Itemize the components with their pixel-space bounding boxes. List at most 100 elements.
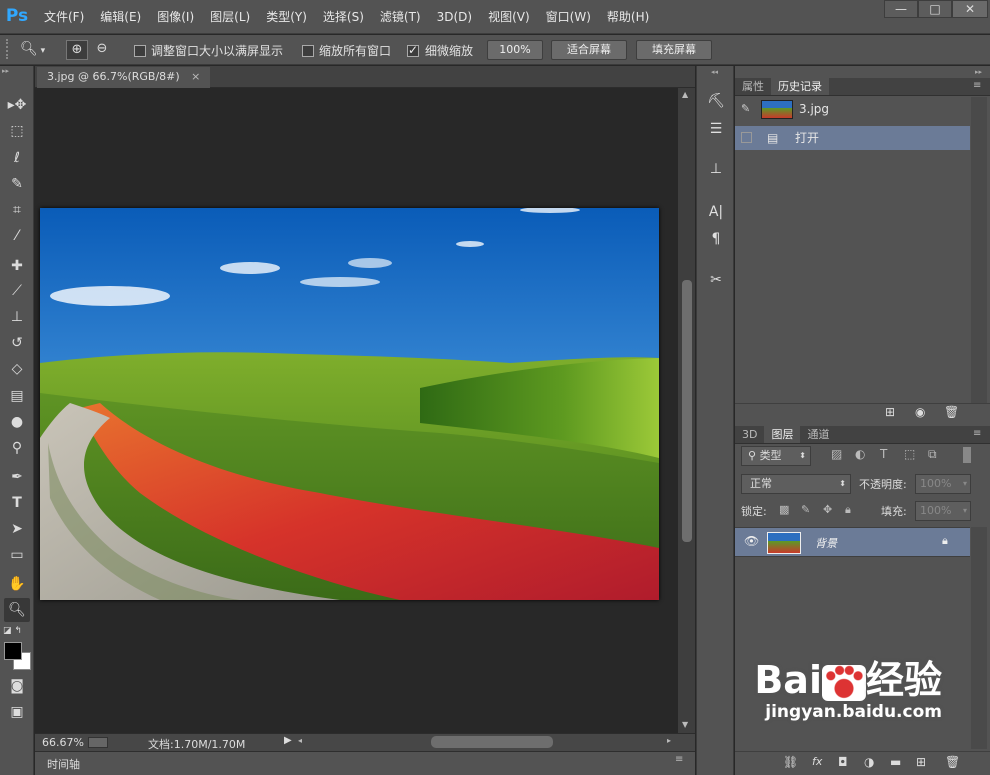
new-layer-icon[interactable]: ⊞ [916, 755, 926, 769]
type-filter-icon[interactable]: T [880, 447, 887, 461]
scroll-left-icon[interactable]: ◂ [298, 736, 302, 745]
color-swatches[interactable] [4, 642, 31, 670]
history-snapshot[interactable]: ✎ 3.jpg [735, 97, 970, 121]
timeline-tab[interactable]: 时间轴 [47, 756, 80, 772]
zoom-level[interactable]: 66.67% [42, 736, 84, 749]
screen-mode-icon[interactable]: ▣ [4, 700, 30, 724]
healing-brush-tool-icon[interactable]: ✚ [4, 254, 30, 278]
brush-tool-icon[interactable]: ⟋ [4, 279, 30, 303]
zoom-tool-preset-icon[interactable]: 🔍︎ ▾ [20, 39, 56, 59]
eye-icon[interactable]: 👁︎ [744, 534, 759, 548]
lock-transparent-icon[interactable]: ▩ [779, 503, 789, 516]
timeline-menu-icon[interactable]: ≡ [675, 754, 683, 765]
resize-windows-checkbox[interactable] [134, 43, 146, 57]
quick-select-tool-icon[interactable]: ✎ [4, 172, 30, 196]
quick-mask-icon[interactable]: ◙ [4, 674, 30, 698]
rectangle-tool-icon[interactable]: ▭ [4, 543, 30, 567]
layers-panel-menu-icon[interactable]: ≡ [973, 428, 981, 439]
panel-collapse-icon[interactable]: ▸▸ [2, 68, 32, 75]
close-button[interactable]: ✕ [952, 0, 988, 18]
menu-view[interactable]: 视图(V) [480, 8, 538, 26]
opacity-input[interactable]: 100% ▾ [915, 474, 971, 494]
hand-tool-icon[interactable]: ✋ [4, 572, 30, 596]
new-document-from-state-icon[interactable]: ⊞ [885, 405, 895, 419]
close-tab-icon[interactable]: × [191, 70, 200, 83]
layers-scrollbar[interactable] [971, 527, 987, 749]
tab-properties[interactable]: 属性 [735, 78, 771, 95]
menu-help[interactable]: 帮助(H) [599, 8, 657, 26]
menu-window[interactable]: 窗口(W) [538, 8, 599, 26]
menu-type[interactable]: 类型(Y) [258, 8, 315, 26]
fit-screen-button[interactable]: 适合屏幕 [551, 40, 627, 60]
layer-row[interactable]: 👁︎ 背景 🔒︎ [735, 527, 970, 557]
paragraph-icon[interactable]: ¶ [704, 228, 728, 250]
move-tool-icon[interactable]: ▸✥ [4, 93, 30, 117]
history-panel-menu-icon[interactable]: ≡ [973, 80, 981, 91]
delete-layer-icon[interactable]: 🗑︎ [945, 755, 960, 769]
actual-pixels-button[interactable]: 100% [487, 40, 543, 60]
fill-screen-button[interactable]: 填充屏幕 [636, 40, 712, 60]
tab-channels[interactable]: 通道 [800, 426, 836, 443]
filter-toggle-switch[interactable] [963, 447, 971, 463]
minimize-button[interactable]: — [884, 0, 918, 18]
menu-file[interactable]: 文件(F) [36, 8, 92, 26]
menu-select[interactable]: 选择(S) [315, 8, 372, 26]
shape-filter-icon[interactable]: ⬚ [904, 447, 915, 461]
scroll-right-icon[interactable]: ▸ [667, 736, 671, 745]
history-step[interactable]: ▤ 打开 [735, 126, 970, 150]
layer-style-icon[interactable]: fx [812, 755, 822, 768]
zoom-in-icon[interactable]: ⊕ [66, 40, 88, 60]
character-icon[interactable]: A| [704, 201, 728, 223]
scroll-up-icon[interactable]: ▲ [682, 90, 688, 99]
layer-name[interactable]: 背景 [815, 535, 837, 551]
chevron-down-icon[interactable]: ▾ [963, 475, 967, 493]
tab-history[interactable]: 历史记录 [771, 78, 829, 95]
tool-presets-icon[interactable]: ✂ [704, 269, 728, 291]
chevron-down-icon[interactable]: ▾ [963, 502, 967, 520]
brush-settings-icon[interactable]: ☰ [704, 118, 728, 140]
menu-layer[interactable]: 图层(L) [202, 8, 258, 26]
horizontal-scroll-thumb[interactable] [431, 736, 553, 748]
menu-edit[interactable]: 编辑(E) [92, 8, 149, 26]
type-tool-icon[interactable]: T [4, 491, 30, 515]
crop-tool-icon[interactable]: ⌗ [4, 198, 30, 222]
pixel-filter-icon[interactable]: ▨ [831, 447, 842, 461]
vertical-scrollbar[interactable]: ▲ ▼ [678, 88, 695, 733]
lock-image-icon[interactable]: ✎ [801, 503, 810, 516]
lock-position-icon[interactable]: ✥ [823, 503, 832, 516]
status-menu-arrow-icon[interactable]: ▶ [284, 735, 292, 746]
new-group-icon[interactable]: ▬ [890, 755, 901, 769]
zoom-out-icon[interactable]: ⊖ [91, 40, 113, 60]
smart-object-filter-icon[interactable]: ⧉ [928, 447, 937, 462]
swap-colors-icon[interactable]: ◪ ↰ [3, 626, 31, 638]
eyedropper-tool-icon[interactable]: ⁄ [4, 224, 30, 248]
adjustment-filter-icon[interactable]: ◐ [855, 447, 865, 461]
scroll-down-icon[interactable]: ▼ [682, 720, 688, 729]
link-layers-icon[interactable]: ⛓ [783, 755, 798, 769]
panel-collapse-icon[interactable]: ▸▸ [975, 68, 982, 76]
pen-tool-icon[interactable]: ✒ [4, 465, 30, 489]
clone-stamp-tool-icon[interactable]: ⊥ [4, 305, 30, 329]
path-selection-tool-icon[interactable]: ➤ [4, 517, 30, 541]
foreground-color-swatch[interactable] [4, 642, 22, 660]
marquee-tool-icon[interactable]: ⬚ [4, 119, 30, 143]
adjustment-layer-icon[interactable]: ◑ [864, 755, 874, 769]
delete-state-icon[interactable]: 🗑︎ [944, 405, 959, 419]
history-brush-source-icon[interactable]: ✎ [741, 97, 750, 121]
fill-input[interactable]: 100% ▾ [915, 501, 971, 521]
tab-layers[interactable]: 图层 [764, 426, 801, 443]
history-scrollbar[interactable] [971, 97, 987, 403]
grip-handle[interactable] [6, 39, 14, 59]
panel-collapse-icon[interactable]: ◂◂ [711, 68, 718, 76]
lock-all-icon[interactable]: 🔒︎ [845, 503, 851, 517]
menu-3d[interactable]: 3D(D) [429, 8, 480, 26]
maximize-button[interactable]: □ [918, 0, 952, 18]
document-tab[interactable]: 3.jpg @ 66.7%(RGB/8#) × [37, 67, 211, 88]
lasso-tool-icon[interactable]: ℓ [4, 146, 30, 170]
menu-image[interactable]: 图像(I) [149, 8, 202, 26]
new-snapshot-icon[interactable]: ◉ [915, 405, 925, 419]
blur-tool-icon[interactable]: ● [4, 410, 30, 434]
scrubby-zoom-checkbox[interactable] [407, 43, 419, 57]
add-mask-icon[interactable]: ◘ [838, 755, 848, 769]
share-icon[interactable] [88, 737, 108, 748]
